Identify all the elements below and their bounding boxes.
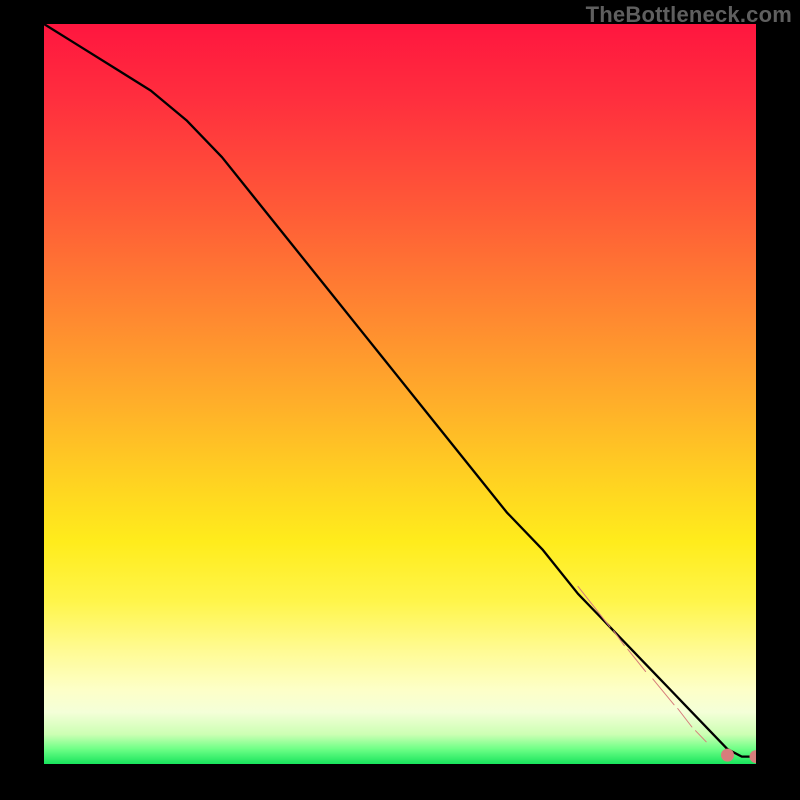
chart-frame: TheBottleneck.com — [0, 0, 800, 800]
bottleneck-curve — [44, 24, 756, 757]
chart-svg — [44, 24, 756, 764]
marker-segment — [578, 586, 610, 627]
marker-segment — [614, 631, 625, 646]
plot-area — [44, 24, 756, 764]
marker-segment — [696, 731, 707, 742]
marker-dot — [750, 750, 757, 763]
marker-group — [578, 586, 756, 763]
marker-dot — [721, 749, 734, 762]
